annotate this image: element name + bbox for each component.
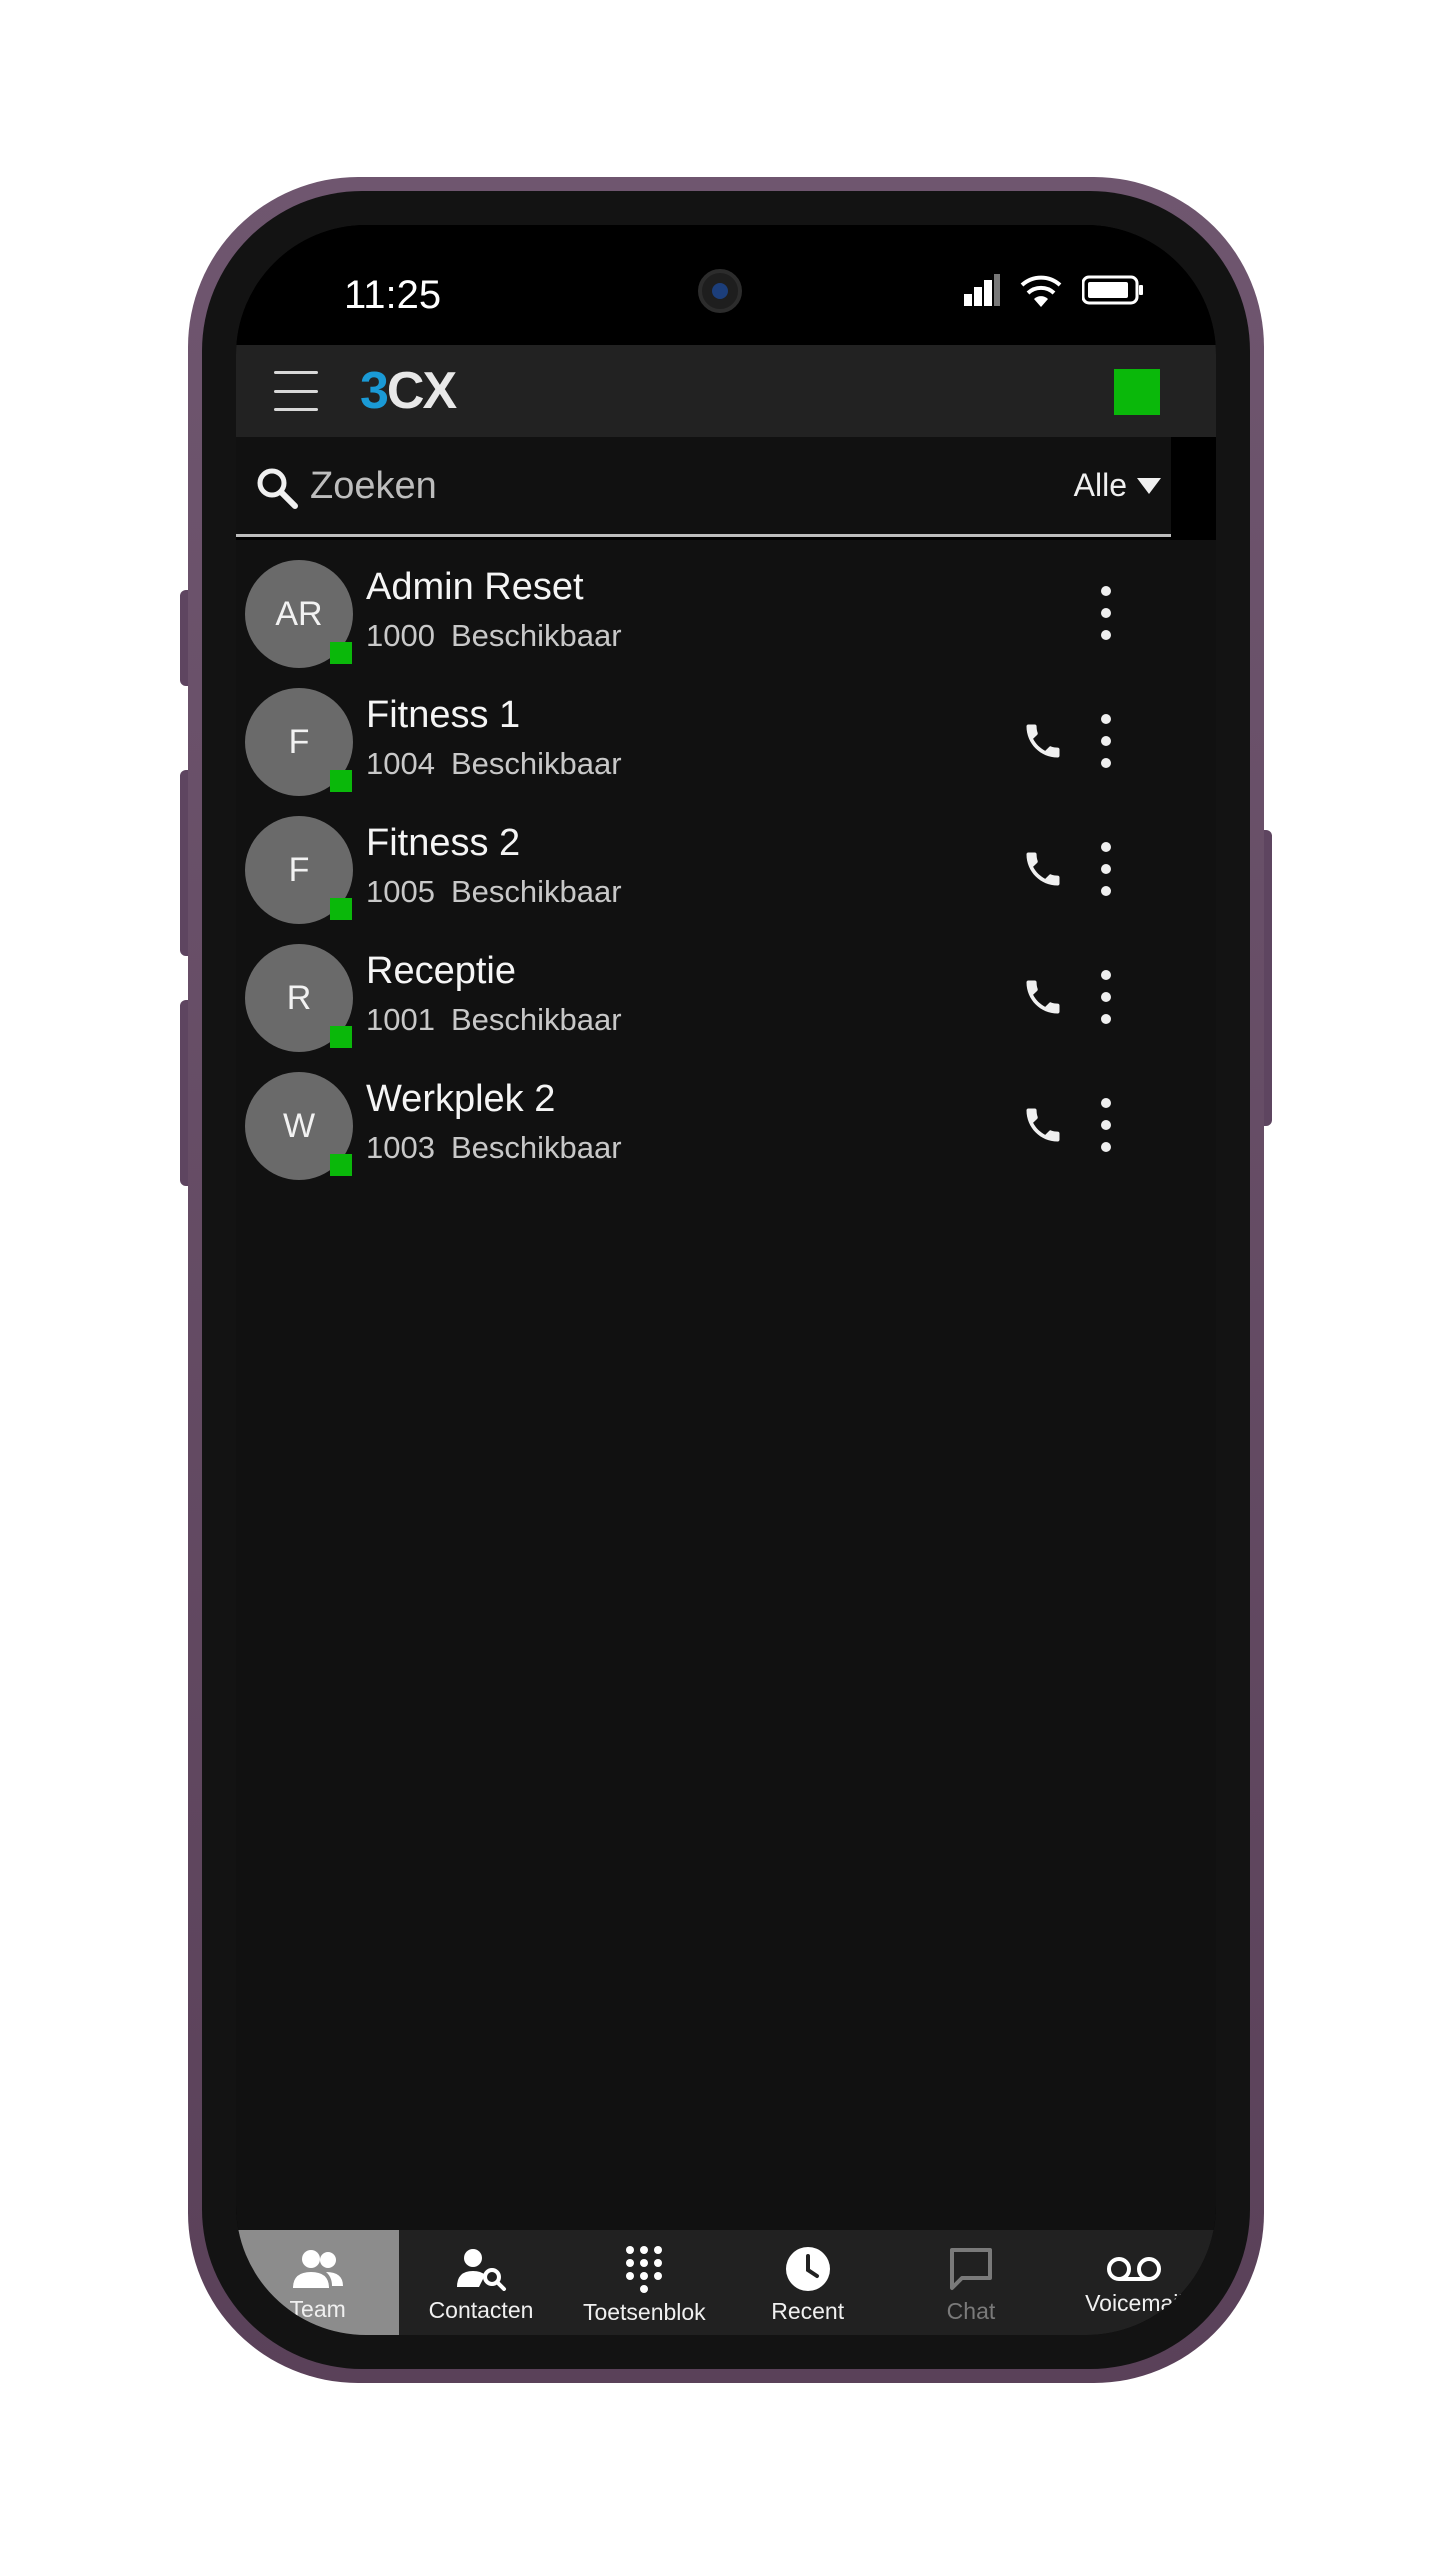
contact-details: 1005 Beschikbaar [366, 874, 622, 910]
chat-icon [949, 2247, 992, 2290]
contact-name: Admin Reset [366, 566, 584, 608]
tab-recent[interactable]: Recent [726, 2230, 889, 2335]
contact-extension: 1000 [366, 618, 435, 653]
tab-label: Chat [946, 2297, 996, 2324]
call-phone-icon[interactable] [1018, 844, 1068, 894]
contact-status: Beschikbaar [450, 1002, 622, 1037]
wifi-icon [1020, 275, 1062, 307]
dialpad-icon [626, 2245, 663, 2293]
tab-dialpad[interactable]: Toetsenblok [563, 2230, 726, 2335]
presence-badge [330, 898, 352, 920]
tab-label: Team [289, 2295, 346, 2322]
team-list: AR Admin Reset 1000 Beschikbaar F Fitness… [236, 540, 1216, 2230]
contact-details: 1004 Beschikbaar [366, 746, 622, 782]
voicemail-icon [1107, 2256, 1162, 2281]
tab-contacts[interactable]: Contacten [399, 2230, 562, 2335]
more-options-icon[interactable] [1094, 842, 1118, 896]
presence-badge [330, 1026, 352, 1048]
tab-label: Contacten [428, 2296, 534, 2323]
call-phone-icon[interactable] [1018, 972, 1068, 1022]
presence-badge [330, 1154, 352, 1176]
front-camera [698, 269, 742, 313]
presence-badge [330, 642, 352, 664]
contact-status: Beschikbaar [450, 1130, 622, 1165]
contact-extension: 1005 [366, 874, 435, 909]
more-options-icon[interactable] [1094, 1098, 1118, 1152]
caret-down-icon [1137, 477, 1161, 494]
contact-status: Beschikbaar [450, 874, 622, 909]
contact-row[interactable]: W Werkplek 2 1003 Beschikbaar [236, 1064, 1171, 1192]
filter-dropdown[interactable]: Alle [1074, 467, 1161, 504]
status-time: 11:25 [344, 273, 442, 317]
search-bar: Alle [236, 437, 1171, 537]
logo-number: 3 [360, 362, 389, 420]
contact-details: 1003 Beschikbaar [366, 1130, 622, 1166]
contact-row[interactable]: F Fitness 1 1004 Beschikbaar [236, 680, 1171, 808]
contact-status: Beschikbaar [450, 618, 622, 653]
contact-row[interactable]: F Fitness 2 1005 Beschikbaar [236, 808, 1171, 936]
tab-label: Toetsenblok [582, 2298, 706, 2325]
own-presence-indicator[interactable] [1114, 369, 1160, 415]
contact-name: Receptie [366, 950, 516, 992]
contact-name: Werkplek 2 [366, 1078, 556, 1120]
contact-details: 1000 Beschikbaar [366, 618, 622, 654]
call-phone-icon[interactable] [1018, 716, 1068, 766]
signal-icon [964, 274, 1000, 306]
clock-icon [785, 2246, 830, 2291]
search-icon [257, 468, 298, 509]
team-icon [292, 2249, 343, 2288]
app-header: 3CX [236, 345, 1216, 437]
presence-badge [330, 770, 352, 792]
more-options-icon[interactable] [1094, 970, 1118, 1024]
tab-label: Voicemail [1085, 2289, 1184, 2316]
contact-name: Fitness 1 [366, 694, 521, 736]
contact-row[interactable]: R Receptie 1001 Beschikbaar [236, 936, 1171, 1064]
contact-details: 1001 Beschikbaar [366, 1002, 622, 1038]
call-phone-icon[interactable] [1018, 1100, 1068, 1150]
contact-name: Fitness 2 [366, 822, 521, 864]
phone-screen: 11:25 3CX Zoeken Alle AR Admin Reset 100… [236, 225, 1216, 2335]
tab-voicemail[interactable]: Voicemail [1053, 2230, 1216, 2335]
phone-bezel: 11:25 3CX Zoeken Alle AR Admin Reset 100… [202, 191, 1250, 2369]
status-bar: 11:25 [236, 225, 1216, 345]
more-options-icon[interactable] [1094, 714, 1118, 768]
contact-extension: 1003 [366, 1130, 435, 1165]
logo-letters: CX [386, 362, 457, 420]
bottom-navigation: Team Contacten Toetsenblok Recent Chat V… [236, 2230, 1216, 2335]
status-icons [964, 273, 1144, 307]
tab-team[interactable]: Team [236, 2230, 400, 2335]
contact-extension: 1004 [366, 746, 435, 781]
hamburger-menu-icon[interactable] [274, 371, 318, 411]
contact-search-icon [456, 2248, 506, 2291]
tab-chat[interactable]: Chat [889, 2230, 1052, 2335]
filter-label: Alle [1073, 467, 1127, 503]
more-options-icon[interactable] [1094, 586, 1118, 640]
contact-extension: 1001 [366, 1002, 435, 1037]
contact-status: Beschikbaar [450, 746, 622, 781]
app-logo: 3CX [360, 361, 457, 421]
tab-label: Recent [771, 2297, 845, 2324]
search-input[interactable] [310, 461, 870, 511]
contact-row[interactable]: AR Admin Reset 1000 Beschikbaar [236, 552, 1171, 680]
phone-frame: 11:25 3CX Zoeken Alle AR Admin Reset 100… [188, 177, 1264, 2383]
battery-icon [1082, 275, 1143, 305]
